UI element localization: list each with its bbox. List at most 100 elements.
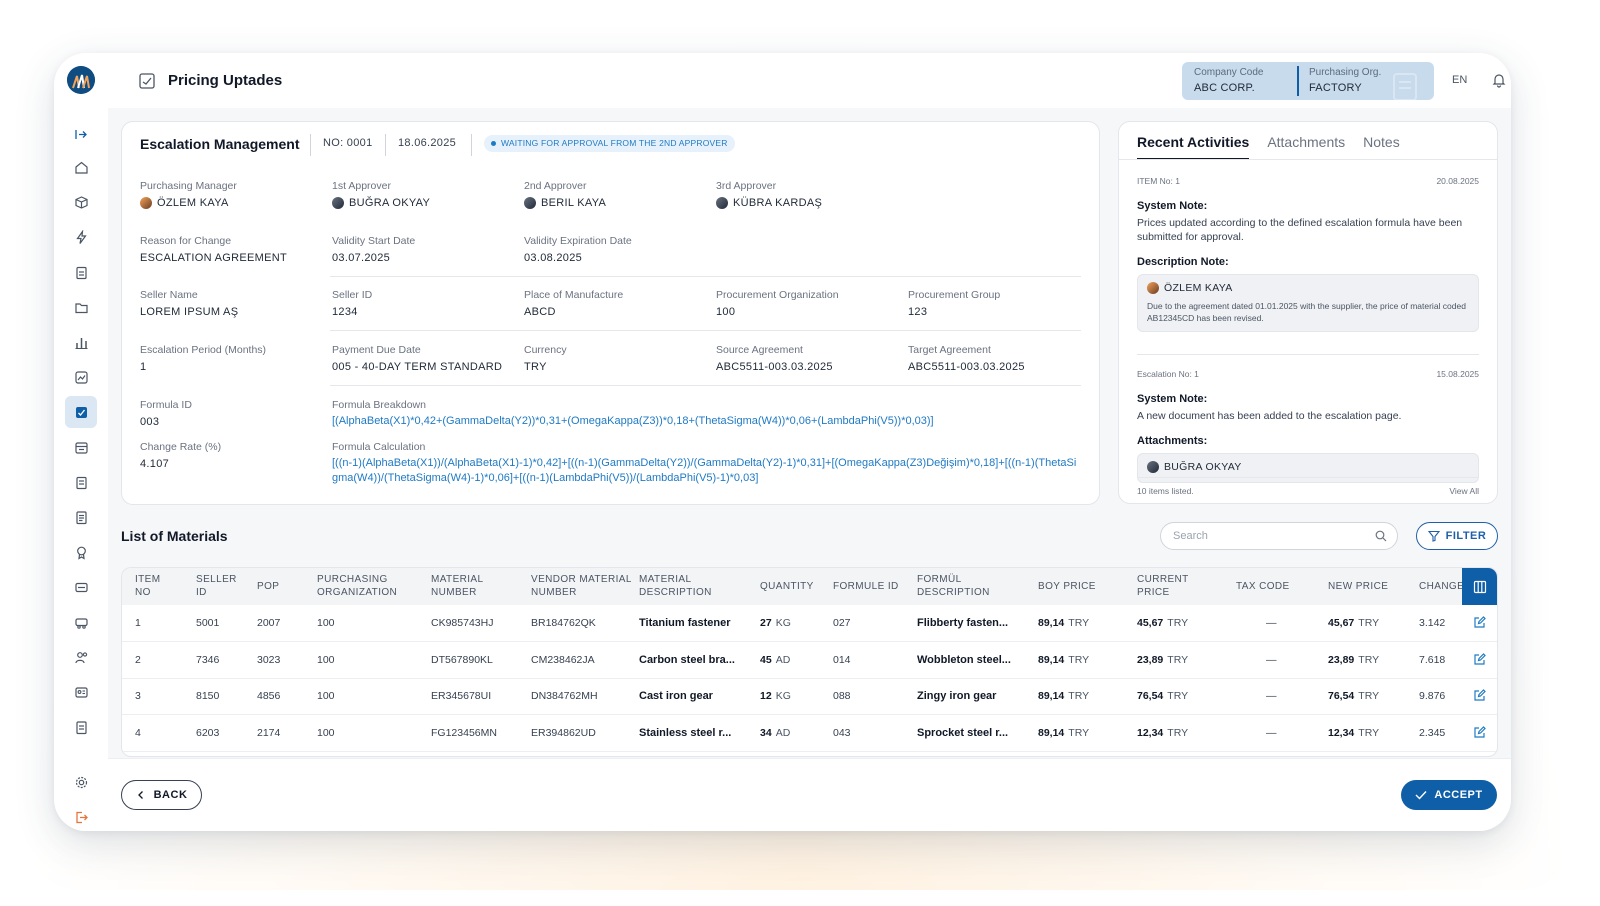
value: 89,14 bbox=[1038, 690, 1065, 702]
column-header[interactable]: ITEM NO bbox=[135, 573, 190, 599]
edit-icon[interactable] bbox=[1473, 652, 1486, 666]
field-label: Seller Name bbox=[140, 289, 198, 301]
accept-button[interactable]: ACCEPT bbox=[1401, 780, 1497, 810]
column-header-line: BOY PRICE bbox=[1038, 581, 1096, 592]
formula-id-field: Formula ID 003 bbox=[140, 399, 192, 428]
table-row[interactable]: 1 5001 2007 100 CK985743HJ BR184762QK Titanium… bbox=[122, 605, 1497, 642]
table-row[interactable]: 2 7346 3023 100 DT567890KL CM238462JA Carbon s… bbox=[122, 642, 1497, 679]
change-rate-field: Change Rate (%) 4.107 bbox=[140, 441, 221, 470]
settings-icon bbox=[75, 776, 87, 788]
clipboard-icon bbox=[75, 266, 87, 279]
title-divider bbox=[310, 134, 311, 156]
filter-icon bbox=[1427, 530, 1440, 542]
language-switcher[interactable]: EN bbox=[1452, 74, 1467, 86]
formula-calculation-value: [((n-1)(AlphaBeta(X1))/(AlphaBeta(X1)-1)… bbox=[332, 457, 1077, 484]
person-value: KÜBRA KARDAŞ bbox=[716, 197, 822, 209]
sidebar-item-lightning[interactable] bbox=[67, 223, 95, 251]
activity-item: Escalation No: 1 15.08.2025 System Note: … bbox=[1137, 369, 1479, 483]
column-header[interactable]: BOY PRICE bbox=[1038, 580, 1128, 593]
sidebar-item-award[interactable] bbox=[67, 538, 95, 566]
back-button[interactable]: BACK bbox=[121, 780, 202, 810]
materials-title: List of Materials bbox=[121, 528, 228, 544]
cell-boy-price: 89,14 TRY bbox=[1038, 654, 1089, 666]
column-header[interactable]: SELLER ID bbox=[196, 573, 251, 599]
column-header[interactable]: FORMULE ID bbox=[833, 580, 913, 593]
column-header-line: MATERIAL bbox=[431, 574, 484, 585]
edit-icon[interactable] bbox=[1473, 725, 1486, 739]
cell-current-price: 12,34 TRY bbox=[1137, 727, 1188, 739]
unit: TRY bbox=[1358, 726, 1380, 739]
column-header-line: MATERIAL bbox=[639, 574, 692, 585]
cell-material-description: Carbon steel bra... bbox=[639, 653, 735, 666]
edit-icon[interactable] bbox=[1473, 616, 1486, 629]
value: 23,89 bbox=[1328, 653, 1355, 666]
attachments-label: Attachments: bbox=[1137, 435, 1208, 447]
bell-icon[interactable] bbox=[1491, 72, 1507, 88]
table-row[interactable]: 3 8150 4856 100 ER345678UI DN384762MH Cast iro… bbox=[122, 678, 1497, 715]
field-value: 100 bbox=[716, 306, 736, 318]
sidebar-item-trend[interactable] bbox=[67, 363, 95, 391]
check-icon bbox=[1415, 791, 1427, 800]
column-header[interactable]: QUANTITY bbox=[760, 580, 830, 593]
column-header[interactable]: FORMÜL DESCRIPTION bbox=[917, 573, 1032, 599]
sidebar-item-pricing[interactable] bbox=[65, 396, 97, 428]
sidebar-item-logout[interactable] bbox=[67, 803, 95, 831]
validity-start-field: Validity Start Date 03.07.2025 bbox=[332, 235, 415, 264]
tab-notes[interactable]: Notes bbox=[1363, 134, 1400, 160]
sidebar-item-settings[interactable] bbox=[67, 768, 95, 796]
sidebar-item-document[interactable] bbox=[67, 503, 95, 531]
column-header-line: POP bbox=[257, 581, 280, 592]
sidebar-item-report[interactable] bbox=[67, 713, 95, 741]
column-header[interactable]: MATERIAL DESCRIPTION bbox=[639, 573, 754, 599]
edit-icon[interactable] bbox=[1473, 689, 1486, 702]
columns-button[interactable] bbox=[1462, 568, 1497, 605]
sidebar-item-bar-chart[interactable] bbox=[67, 328, 95, 356]
table-header: ITEM NO SELLER ID POP PURCHASING ORGANIZATION M… bbox=[122, 568, 1497, 605]
field-value: 1 bbox=[140, 361, 147, 373]
unit: TRY bbox=[1167, 617, 1189, 629]
card-icon bbox=[74, 582, 88, 592]
sidebar-item-folder[interactable] bbox=[67, 293, 95, 321]
unit: TRY bbox=[1068, 653, 1090, 666]
column-header[interactable]: POP bbox=[257, 580, 312, 593]
avatar bbox=[716, 197, 728, 209]
column-header[interactable]: TAX CODE bbox=[1236, 580, 1321, 593]
tab-recent-activities[interactable]: Recent Activities bbox=[1137, 134, 1250, 160]
company-selector[interactable]: Company Code ABC CORP. Purchasing Org. F… bbox=[1182, 62, 1434, 100]
sidebar-item-users[interactable] bbox=[67, 643, 95, 671]
sidebar-item-truck[interactable] bbox=[67, 608, 95, 636]
filter-button[interactable]: FILTER bbox=[1416, 522, 1498, 550]
sidebar-item-clipboard[interactable] bbox=[67, 258, 95, 286]
value: 45,67 bbox=[1328, 617, 1355, 629]
sidebar-item-clipboard-list[interactable] bbox=[67, 468, 95, 496]
lightning-icon bbox=[75, 229, 87, 244]
tab-attachments[interactable]: Attachments bbox=[1267, 134, 1345, 160]
section-divider bbox=[330, 385, 1081, 386]
search-input[interactable]: Search bbox=[1160, 522, 1398, 550]
column-header[interactable]: MATERIAL NUMBER bbox=[431, 573, 526, 599]
search-icon bbox=[1375, 530, 1387, 542]
field-label: Validity Start Date bbox=[332, 235, 416, 247]
column-header[interactable]: NEW PRICE bbox=[1328, 580, 1413, 593]
sidebar-item-box[interactable] bbox=[67, 188, 95, 216]
person-value: ÖZLEM KAYA bbox=[140, 197, 237, 209]
table-row[interactable]: 4 6203 2174 100 FG123456MN ER394862UD Stainles… bbox=[122, 715, 1497, 752]
column-header[interactable]: CURRENT PRICE bbox=[1137, 573, 1232, 599]
cell-boy-price: 89,14 TRY bbox=[1038, 727, 1089, 739]
approver3-name: KÜBRA KARDAŞ bbox=[733, 197, 823, 209]
sidebar-item-calendar[interactable] bbox=[67, 433, 95, 461]
column-header-line: NUMBER bbox=[531, 587, 577, 598]
sidebar-item-card[interactable] bbox=[67, 573, 95, 601]
column-header[interactable]: VENDOR MATERIAL NUMBER bbox=[531, 573, 631, 599]
id-card-icon bbox=[74, 686, 88, 698]
cell-formula-id: 043 bbox=[833, 726, 851, 739]
person-value: BERIL KAYA bbox=[524, 197, 606, 209]
sidebar-item-id-card[interactable] bbox=[67, 678, 95, 706]
view-all-link[interactable]: View All bbox=[1449, 486, 1479, 496]
field-value: 123 bbox=[908, 306, 928, 318]
attachment-note[interactable]: BUĞRA OKYAY bbox=[1137, 453, 1479, 483]
column-header[interactable]: CHANGE bbox=[1419, 580, 1464, 593]
sidebar-item-expand[interactable] bbox=[67, 120, 95, 148]
sidebar-item-home[interactable] bbox=[67, 153, 95, 181]
column-header[interactable]: PURCHASING ORGANIZATION bbox=[317, 573, 427, 599]
